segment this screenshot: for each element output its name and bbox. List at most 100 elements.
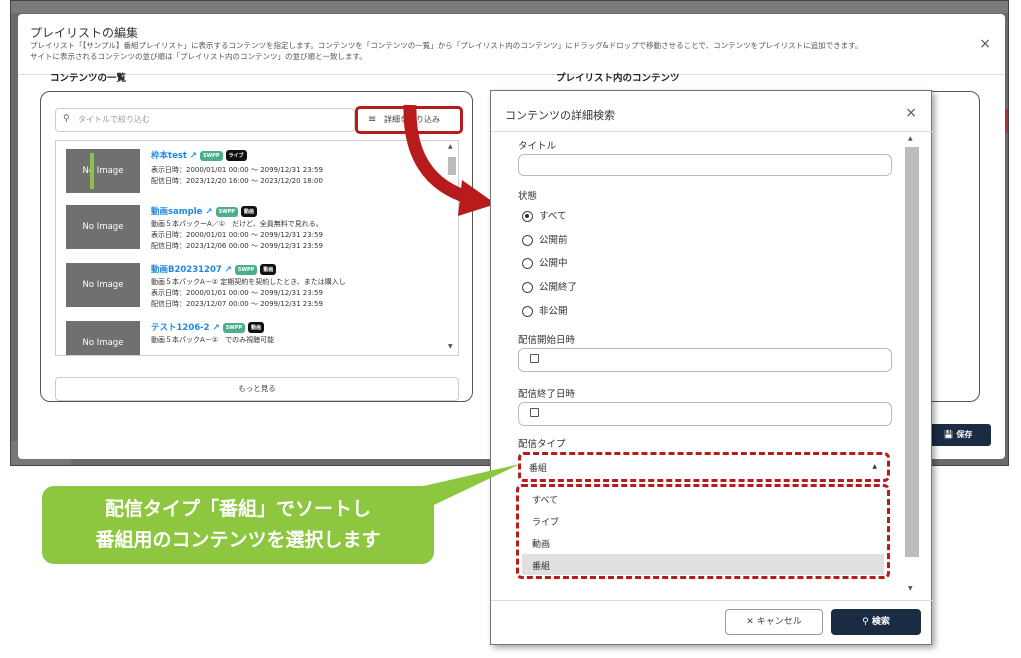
list-item[interactable]: No Image 動画sample ↗ SWPP 動画 動画５本パックーA／① だけ… (66, 205, 446, 255)
cancel-label: キャンセル (756, 617, 802, 627)
radio-label: 公開終了 (539, 282, 578, 293)
close-icon[interactable]: × (905, 105, 917, 121)
thumbnail-label: No Image (82, 338, 124, 348)
delivery-type-dropdown: すべて ライブ 動画 番組 (516, 484, 890, 579)
status-radio-ended[interactable]: 公開終了 (522, 279, 577, 293)
load-more-button[interactable]: もっと見る (55, 377, 459, 401)
dialog-scrollbar[interactable]: ▲ ▼ (905, 135, 919, 597)
tag-badge: ライブ (225, 150, 247, 161)
external-link-icon[interactable]: ↗ (222, 265, 232, 275)
external-link-icon[interactable]: ↗ (187, 151, 197, 161)
list-item[interactable]: No Image テスト1206-2 ↗ SWPP 動画 動画５本パックA－② での… (66, 321, 446, 355)
delivery-type-label: 配信タイプ (518, 439, 566, 450)
item-title-text[interactable]: 動画B20231207 (151, 265, 222, 275)
item-detail: 表示日時：2000/01/01 00:00 ～ 2099/12/31 23:59 (151, 231, 323, 239)
radio-label: 公開中 (539, 258, 568, 269)
modal-desc-line2: サイトに表示されるコンテンツの並び順は「プレイリスト内のコンテンツ」の並び順と一… (30, 52, 367, 61)
tag-badge: SWPP (222, 322, 246, 333)
background-header (11, 1, 1008, 13)
selected-value: 番組 (529, 464, 548, 474)
start-date-input[interactable] (518, 348, 892, 372)
item-title-text[interactable]: 枠本test (151, 151, 187, 161)
save-button[interactable]: 💾 保存 (925, 424, 991, 446)
item-detail: 表示日時：2000/01/01 00:00 ～ 2099/12/31 23:59 (151, 289, 323, 297)
thumbnail-label: No Image (82, 222, 124, 232)
calendar-icon[interactable] (530, 408, 539, 417)
close-icon[interactable]: × (979, 36, 991, 52)
status-radio-before[interactable]: 公開前 (522, 232, 568, 246)
search-icon: ⚲ (63, 114, 70, 124)
radio-label: 公開前 (539, 235, 568, 246)
radio-icon[interactable] (522, 235, 533, 246)
item-title-text[interactable]: テスト1206-2 (151, 323, 210, 333)
thumbnail: No Image (66, 149, 140, 193)
close-icon: ✕ (746, 617, 757, 627)
status-radio-private[interactable]: 非公開 (522, 303, 568, 317)
search-placeholder: タイトルで絞り込む (78, 115, 150, 124)
pointer-arrow-icon (403, 104, 496, 216)
status-radio-all[interactable]: すべて (522, 208, 566, 222)
external-link-icon[interactable]: ↗ (210, 323, 220, 333)
tag-badge: 動画 (248, 322, 265, 333)
thumbnail: No Image (66, 205, 140, 249)
item-detail: 配信日時：2023/12/20 16:00 ～ 2023/12/20 18:00 (151, 177, 323, 185)
status-radio-public[interactable]: 公開中 (522, 255, 568, 269)
end-date-input[interactable] (518, 402, 892, 426)
dropdown-option-live[interactable]: ライブ (522, 510, 884, 531)
radio-icon[interactable] (522, 258, 533, 269)
radio-checked-icon[interactable] (522, 211, 533, 222)
item-title-text[interactable]: 動画sample (151, 207, 202, 217)
dropdown-option-program[interactable]: 番組 (522, 554, 884, 575)
item-title[interactable]: 枠本test ↗ SWPP ライブ (151, 149, 247, 161)
content-list[interactable]: No Image 枠本test ↗ SWPP ライブ 表示日時：2000/01/01… (55, 140, 459, 356)
scroll-thumb[interactable] (905, 147, 919, 557)
callout-line2: 番組用のコンテンツを選択します (95, 529, 381, 551)
scroll-up-icon[interactable]: ▲ (908, 135, 913, 142)
radio-icon[interactable] (522, 282, 533, 293)
item-title[interactable]: 動画B20231207 ↗ SWPP 動画 (151, 263, 277, 275)
title-input[interactable] (518, 154, 892, 176)
item-title[interactable]: 動画sample ↗ SWPP 動画 (151, 205, 257, 217)
list-item[interactable]: No Image 動画B20231207 ↗ SWPP 動画 動画５本パックA－② … (66, 263, 446, 313)
radio-label: 非公開 (539, 306, 568, 317)
scroll-down-icon[interactable]: ▼ (908, 585, 913, 592)
dialog-footer: ✕ キャンセル ⚲ 検索 (491, 600, 933, 646)
item-detail: 配信日時：2023/12/07 00:00 ～ 2099/12/31 23:59 (151, 300, 323, 308)
delivery-type-select[interactable]: 番組 ▲ (518, 452, 890, 482)
chevron-up-icon[interactable]: ▲ (872, 463, 877, 470)
dialog-title: コンテンツの詳細検索 (505, 109, 615, 122)
dropdown-option-video[interactable]: 動画 (522, 532, 884, 553)
drag-indicator (90, 153, 94, 189)
start-date-label: 配信開始日時 (518, 335, 576, 346)
item-title[interactable]: テスト1206-2 ↗ SWPP 動画 (151, 321, 265, 333)
tag-badge: 動画 (240, 206, 257, 217)
save-icon: 💾 (943, 430, 957, 439)
search-input[interactable]: ⚲ タイトルで絞り込む (55, 108, 355, 132)
tag-badge: SWPP (234, 264, 258, 275)
external-link-icon[interactable]: ↗ (202, 207, 212, 217)
end-date-label: 配信終了日時 (518, 389, 576, 400)
item-detail: 動画５本パックA－② 定期契約を契約したとき、または購入し (151, 278, 346, 286)
list-item[interactable]: No Image 枠本test ↗ SWPP ライブ 表示日時：2000/01/01… (66, 149, 446, 199)
content-list-heading: コンテンツの一覧 (50, 73, 127, 84)
dropdown-option-all[interactable]: すべて (522, 488, 884, 509)
item-detail: 動画５本パックA－② でのみ視聴可能 (151, 336, 275, 344)
search-icon: ⚲ (862, 617, 872, 627)
status-label: 状態 (518, 191, 538, 202)
search-button[interactable]: ⚲ 検索 (831, 609, 921, 635)
cancel-button[interactable]: ✕ キャンセル (725, 609, 823, 635)
calendar-icon[interactable] (530, 354, 539, 363)
callout-line1: 配信タイプ「番組」でソートし (104, 498, 371, 520)
item-detail: 表示日時：2000/01/01 00:00 ～ 2099/12/31 23:59 (151, 166, 323, 174)
annotation-callout: 配信タイプ「番組」でソートし 番組用のコンテンツを選択します (42, 486, 434, 564)
radio-icon[interactable] (522, 306, 533, 317)
playlist-contents-heading: プレイリスト内のコンテンツ (556, 73, 680, 84)
modal-title: プレイリストの編集 (30, 26, 139, 40)
radio-label: すべて (539, 211, 567, 222)
scroll-down-icon[interactable]: ▼ (448, 343, 453, 350)
modal-desc-line1: プレイリスト「【サンプル】番組プレイリスト」に表示するコンテンツを指定します。コ… (30, 41, 863, 50)
modal-description: プレイリスト「【サンプル】番組プレイリスト」に表示するコンテンツを指定します。コ… (30, 40, 950, 62)
thumbnail: No Image (66, 321, 140, 355)
tag-badge: SWPP (215, 206, 238, 217)
tag-badge: SWPP (200, 150, 223, 161)
